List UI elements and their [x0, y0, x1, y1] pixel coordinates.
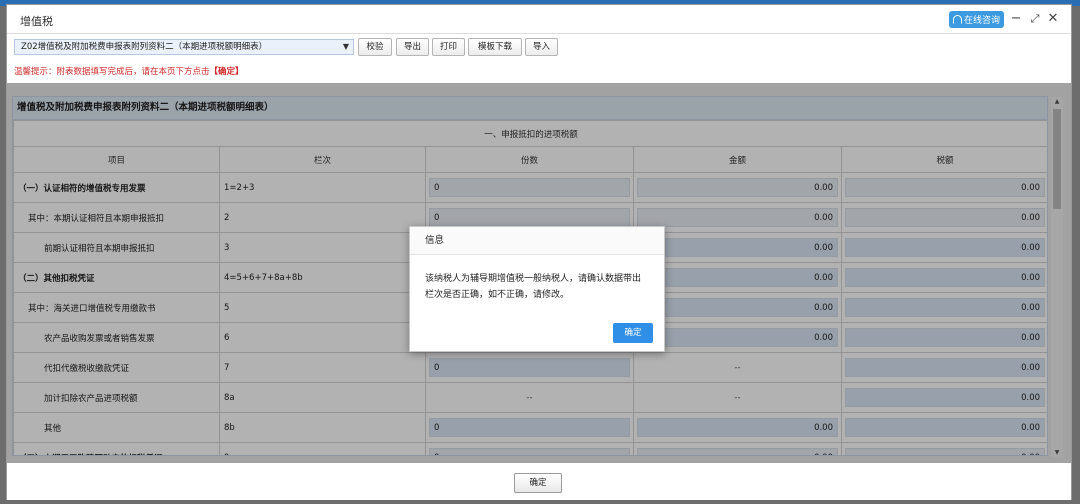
hint-emphasis: 【确定】	[209, 67, 244, 77]
dialog-message: 该纳税人为辅导期增值税一般纳税人，请确认数据带出栏次是否正确，如不正确，请修改。	[425, 274, 642, 300]
online-consult-button[interactable]: 在线咨询	[949, 11, 1004, 28]
dialog-ok-button[interactable]: 确定	[613, 323, 653, 343]
validate-button[interactable]: 校验	[358, 38, 392, 56]
dialog-title: 信息	[410, 227, 664, 255]
window-titlebar: 增值税 在线咨询 − ⤢ ✕	[7, 5, 1071, 34]
footer-bar: 确定	[7, 463, 1071, 500]
template-download-button[interactable]: 模板下载	[468, 38, 522, 56]
online-consult-label: 在线咨询	[963, 16, 1000, 26]
window-title: 增值税	[20, 15, 53, 28]
hint-text: 温馨提示：附表数据填写完成后，请在本页下方点击【确定】	[14, 65, 244, 77]
minimize-icon[interactable]: −	[1009, 10, 1023, 28]
form-select-value: Z02增值税及附加税费申报表附列资料二（本期进项税额明细表）	[21, 42, 268, 52]
print-button[interactable]: 打印	[432, 38, 465, 56]
import-button[interactable]: 导入	[525, 38, 558, 56]
export-button[interactable]: 导出	[396, 38, 429, 56]
headset-icon	[952, 15, 962, 24]
toolbar: Z02增值税及附加税费申报表附列资料二（本期进项税额明细表） ▼ 校验 导出 打…	[7, 36, 1071, 60]
close-icon[interactable]: ✕	[1046, 10, 1060, 28]
hint-message: 温馨提示：附表数据填写完成后，请在本页下方点击	[14, 67, 210, 77]
form-select[interactable]: Z02增值税及附加税费申报表附列资料二（本期进项税额明细表） ▼	[14, 39, 354, 55]
maximize-icon[interactable]: ⤢	[1028, 10, 1042, 28]
chevron-down-icon: ▼	[342, 42, 349, 51]
info-dialog: 信息 该纳税人为辅导期增值税一般纳税人，请确认数据带出栏次是否正确，如不正确，请…	[409, 226, 665, 352]
confirm-button[interactable]: 确定	[514, 473, 562, 493]
